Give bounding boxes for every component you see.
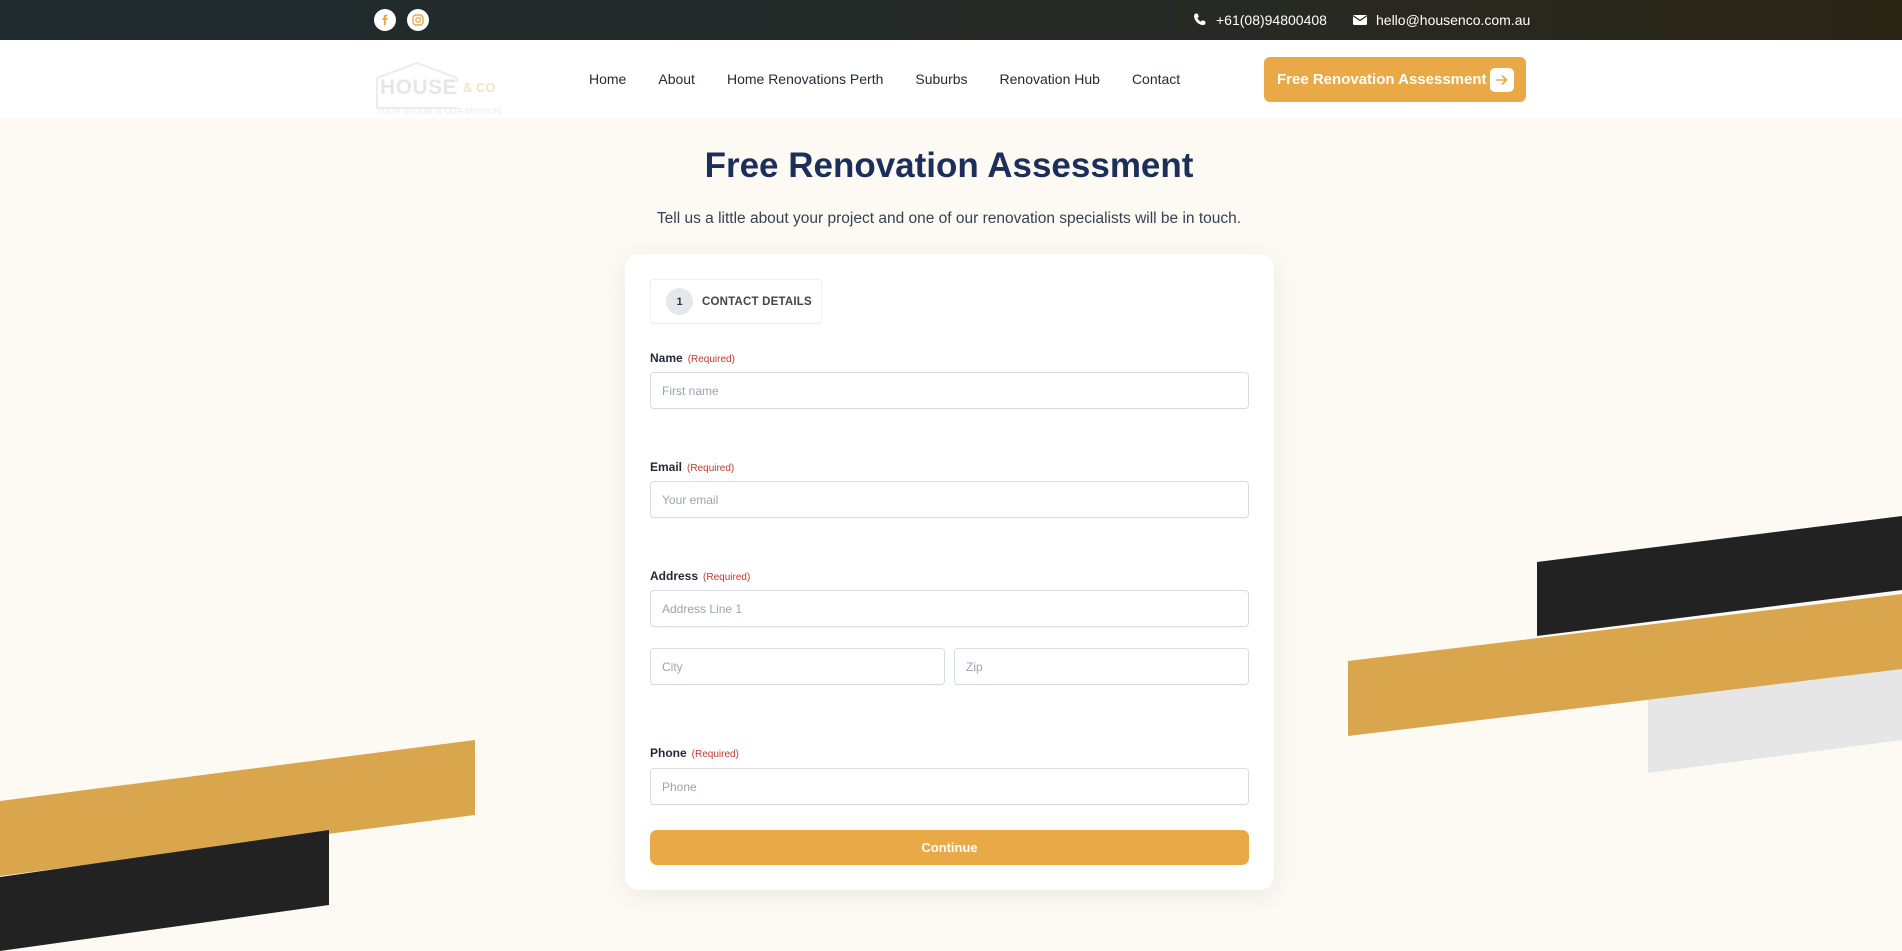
instagram-icon — [412, 14, 424, 26]
logo-tagline: YOUR VISION IS OUR MISSION — [377, 107, 501, 116]
free-assessment-button[interactable]: Free Renovation Assessment — [1264, 57, 1526, 102]
first-name-input[interactable] — [650, 372, 1249, 409]
address-label: Address (Required) — [650, 569, 750, 583]
logo-wordmark: HOUSE — [380, 76, 458, 99]
email-contact[interactable]: hello@housenco.com.au — [1352, 0, 1530, 40]
phone-contact[interactable]: +61(08)94800408 — [1192, 0, 1327, 40]
site-header: HOUSE & CO YOUR VISION IS OUR MISSION Ho… — [0, 40, 1902, 118]
name-label-text: Name — [650, 351, 683, 365]
page-title: Free Renovation Assessment — [704, 146, 1194, 185]
nav-suburbs[interactable]: Suburbs — [915, 71, 967, 87]
main-nav: Home About Home Renovations Perth Suburb… — [589, 40, 1180, 118]
phone-label: Phone (Required) — [650, 746, 739, 760]
name-label: Name (Required) — [650, 351, 735, 365]
nav-contact[interactable]: Contact — [1132, 71, 1180, 87]
mail-icon — [1353, 15, 1367, 25]
address-required-marker: (Required) — [703, 572, 751, 583]
phone-required-marker: (Required) — [691, 749, 739, 760]
email-required-marker: (Required) — [687, 463, 735, 474]
facebook-icon — [382, 14, 388, 26]
name-required-marker: (Required) — [687, 354, 735, 365]
continue-button[interactable]: Continue — [650, 830, 1249, 865]
top-bar: +61(08)94800408 hello@housenco.com.au — [0, 0, 1902, 40]
step-number: 1 — [666, 288, 693, 315]
address-label-text: Address — [650, 569, 699, 583]
free-assessment-button-label: Free Renovation Assessment — [1277, 71, 1487, 88]
instagram-link[interactable] — [407, 9, 429, 31]
nav-home-renovations-perth[interactable]: Home Renovations Perth — [727, 71, 883, 87]
arrow-right-icon — [1490, 68, 1514, 92]
phone-input[interactable] — [650, 768, 1249, 805]
zip-input[interactable] — [954, 648, 1249, 685]
phone-icon — [1194, 13, 1206, 25]
email-label-text: Email — [650, 460, 683, 474]
nav-about[interactable]: About — [658, 71, 695, 87]
email-label: Email (Required) — [650, 460, 734, 474]
nav-home[interactable]: Home — [589, 71, 626, 87]
logo[interactable]: HOUSE & CO YOUR VISION IS OUR MISSION — [375, 50, 501, 116]
step-indicator: 1 CONTACT DETAILS — [650, 279, 822, 324]
facebook-link[interactable] — [374, 9, 396, 31]
page-subtitle: Tell us a little about your project and … — [656, 210, 1242, 227]
nav-renovation-hub[interactable]: Renovation Hub — [1000, 71, 1100, 87]
email-address: hello@housenco.com.au — [1376, 12, 1531, 28]
step-label: CONTACT DETAILS — [702, 295, 812, 308]
phone-number: +61(08)94800408 — [1216, 12, 1327, 28]
email-input[interactable] — [650, 481, 1249, 518]
assessment-form-card: 1 CONTACT DETAILS Name (Required) Email (R… — [625, 254, 1274, 890]
address-line1-input[interactable] — [650, 590, 1249, 627]
city-input[interactable] — [650, 648, 945, 685]
phone-label-text: Phone — [650, 746, 687, 760]
logo-ampersand: & CO — [463, 80, 496, 95]
